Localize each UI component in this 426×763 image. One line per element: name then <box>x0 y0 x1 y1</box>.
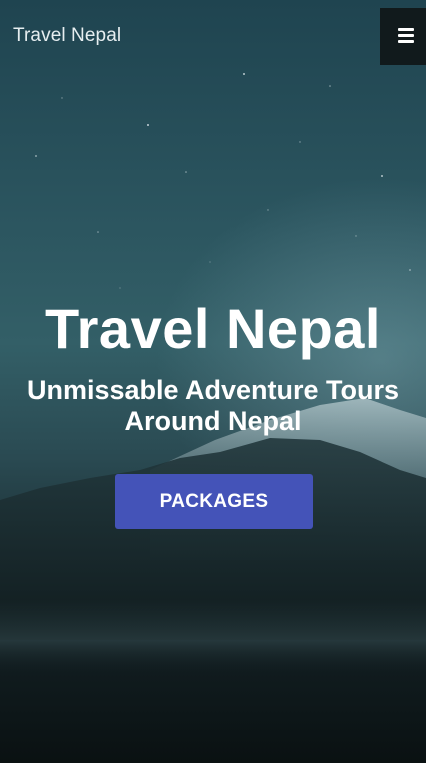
hamburger-menu-icon <box>398 28 414 43</box>
hero-section: Travel Nepal Travel Nepal Unmissable Adv… <box>0 0 426 763</box>
hero-content: Travel Nepal Unmissable Adventure Tours … <box>0 298 426 437</box>
hero-title: Travel Nepal <box>45 297 381 360</box>
packages-button[interactable]: PACKAGES <box>115 474 313 529</box>
hero-subtitle: Unmissable Adventure Tours Around Nepal <box>26 375 400 436</box>
menu-toggle-button[interactable] <box>380 8 426 65</box>
navbar: Travel Nepal <box>0 0 426 72</box>
brand-link[interactable]: Travel Nepal <box>13 25 121 47</box>
